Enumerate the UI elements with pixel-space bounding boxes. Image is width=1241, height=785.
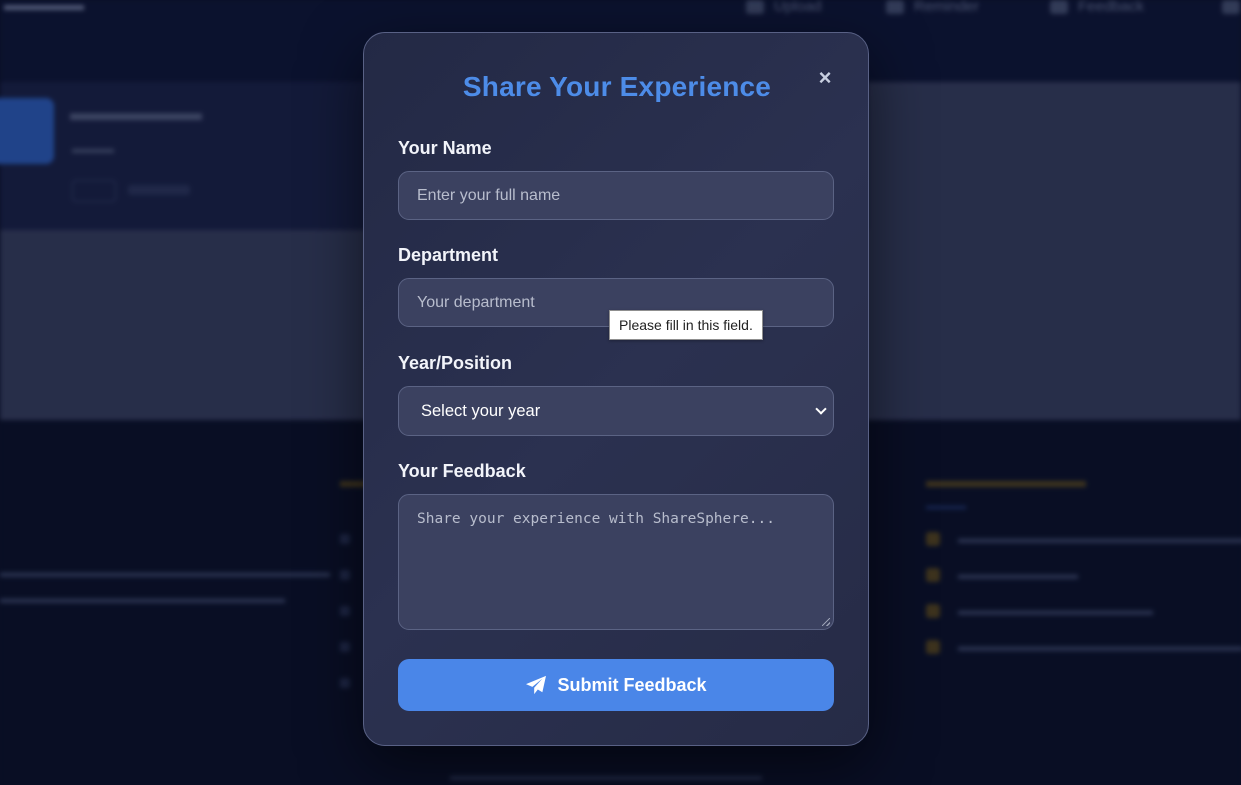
name-input[interactable]: Enter your full name xyxy=(398,171,834,220)
validation-tooltip: Please fill in this field. xyxy=(609,310,763,340)
chevron-down-icon xyxy=(815,403,827,415)
submit-feedback-label: Submit Feedback xyxy=(557,674,707,695)
modal-title: Share Your Experience xyxy=(462,71,772,102)
name-label: Your Name xyxy=(398,138,492,158)
feedback-placeholder: Share your experience with ShareSphere..… xyxy=(417,511,775,527)
year-label: Year/Position xyxy=(398,353,513,373)
feedback-modal: Share Your Experience × Your Name Enter … xyxy=(363,32,869,746)
resize-handle[interactable] xyxy=(822,618,830,626)
submit-feedback-button[interactable]: Submit Feedback xyxy=(398,659,834,711)
feedback-textarea[interactable]: Share your experience with ShareSphere..… xyxy=(398,494,834,630)
year-select-value: Select your year xyxy=(421,402,541,420)
year-select[interactable]: Select your year xyxy=(398,386,834,436)
close-icon[interactable]: × xyxy=(814,67,836,89)
feedback-label: Your Feedback xyxy=(398,461,526,481)
department-label: Department xyxy=(398,245,499,265)
paper-plane-icon xyxy=(526,675,547,695)
